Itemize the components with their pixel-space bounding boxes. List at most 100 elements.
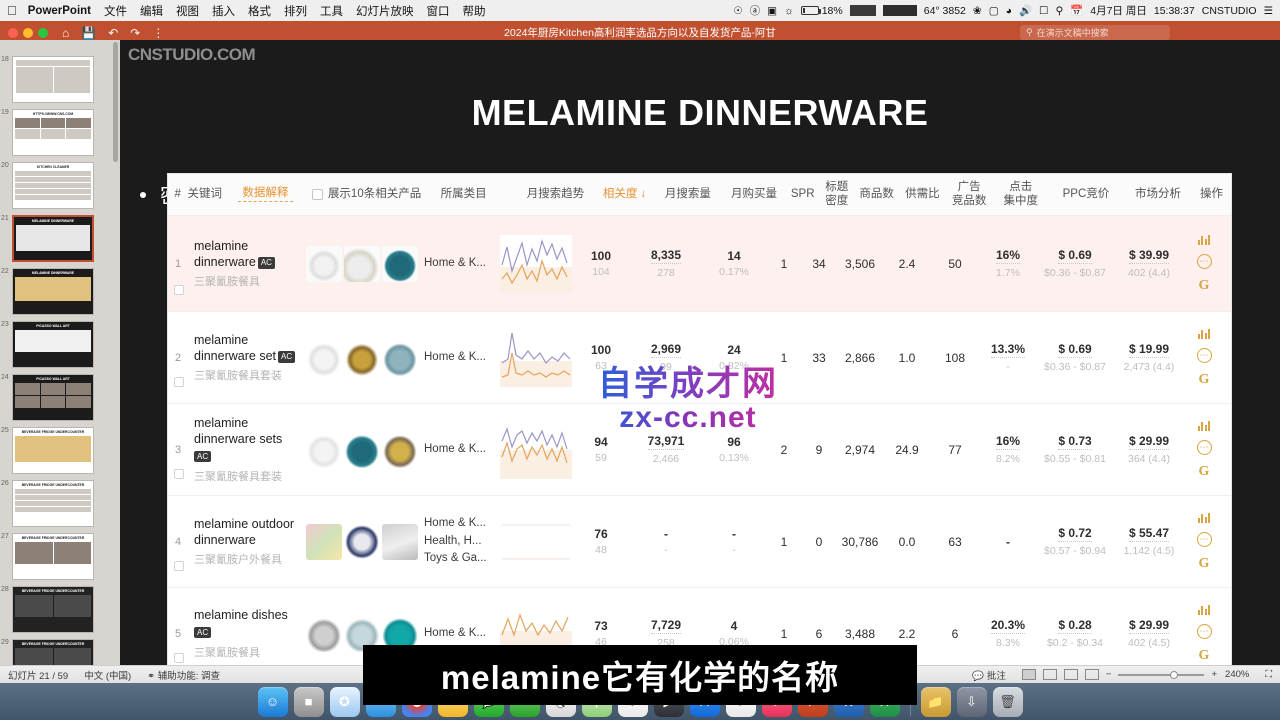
screen-icon[interactable]: ▣ <box>767 5 777 17</box>
header-spr[interactable]: SPR <box>785 188 820 201</box>
thumbnail-slide-23[interactable]: PICASSO WALL ART <box>12 321 94 368</box>
table-row[interactable]: 4 melamine outdoor dinnerware 三聚氰胺户外餐具 H… <box>168 496 1231 588</box>
table-row[interactable]: 1 melamine dinnerware AC 三聚氰胺餐具 Home & K.… <box>168 216 1231 312</box>
header-ad-competitors[interactable]: 广告 竞品数 <box>945 181 994 207</box>
chart-icon[interactable] <box>1197 234 1211 245</box>
view-sorter-button[interactable] <box>1042 669 1057 680</box>
maximize-window-button[interactable] <box>38 27 48 38</box>
row-actions[interactable]: ⋯ G <box>1184 604 1224 664</box>
header-trend[interactable]: 月搜索趋势 <box>515 188 597 201</box>
row-checkbox[interactable] <box>174 285 184 295</box>
menu-item-window[interactable]: 窗口 <box>427 3 450 19</box>
menu-item-tools[interactable]: 工具 <box>320 3 343 19</box>
keyword-en[interactable]: melamine dinnerware set AC <box>194 332 302 365</box>
google-search-icon[interactable]: G <box>1199 372 1210 388</box>
product-thumb[interactable] <box>382 523 418 560</box>
product-thumb[interactable] <box>344 245 380 282</box>
google-search-icon[interactable]: G <box>1199 556 1210 572</box>
row-actions[interactable]: ⋯ G <box>1184 512 1224 572</box>
save-icon[interactable]: 💾 <box>81 26 96 40</box>
minimize-window-button[interactable] <box>23 27 33 38</box>
product-thumb[interactable] <box>382 431 418 468</box>
google-search-icon[interactable]: G <box>1199 278 1210 294</box>
thumbnail-slide-20[interactable]: KITCHEN CLEANER <box>12 162 94 209</box>
product-thumbnails[interactable] <box>306 523 418 560</box>
menu-item-file[interactable]: 文件 <box>104 3 127 19</box>
more-icon[interactable]: ⋮ <box>152 26 164 40</box>
menubar-date[interactable]: 4月7日 周日 <box>1090 3 1147 18</box>
header-supply-demand[interactable]: 供需比 <box>900 188 945 201</box>
menu-item-slideshow[interactable]: 幻灯片放映 <box>356 3 414 19</box>
language-label[interactable]: 中文 (中国) <box>84 668 131 682</box>
header-month-search[interactable]: 月搜索量 <box>653 188 723 201</box>
product-thumb[interactable] <box>306 523 342 560</box>
search-trend-chart[interactable] <box>500 234 572 293</box>
menubar-user[interactable]: CNSTUDIO <box>1202 5 1257 17</box>
slide-title[interactable]: MELAMINE DINNERWARE <box>120 92 1280 134</box>
apple-menu-icon[interactable]:  <box>7 4 17 17</box>
row-checkbox[interactable] <box>174 653 184 663</box>
show-related-checkbox[interactable] <box>311 189 323 200</box>
fit-slide-button[interactable]: ⛶ <box>1265 669 1272 680</box>
chart-icon[interactable] <box>1197 604 1211 615</box>
spotlight-search-icon[interactable]: ⚲ <box>1055 5 1063 17</box>
thumbnail-slide-21[interactable]: MELAMINE DINNERWARE <box>12 215 94 262</box>
zoom-slider[interactable] <box>1118 670 1205 679</box>
home-icon[interactable]: ⌂ <box>62 26 69 40</box>
keyword-en[interactable]: melamine outdoor dinnerware <box>194 516 302 549</box>
thumbnail-item[interactable]: 20 KITCHEN CLEANER <box>0 160 120 213</box>
table-row[interactable]: 3 melamine dinnerware sets AC 三聚氰胺餐具套装 H… <box>168 404 1231 496</box>
zoom-slider-handle[interactable] <box>1170 670 1179 679</box>
product-thumbnails[interactable] <box>306 339 418 376</box>
thumbnail-slide-24[interactable]: PICASSO WALL ART <box>12 374 94 421</box>
menu-item-view[interactable]: 视图 <box>176 3 199 19</box>
control-center-icon[interactable]: ☰ <box>1264 5 1273 17</box>
slide-thumbnail-pane[interactable]: 18 19 HTTPS://WWW.CNS.COM 20 KITCHEN CLE… <box>0 40 120 683</box>
row-checkbox[interactable] <box>174 469 184 479</box>
volume-icon[interactable]: 🔊 <box>1019 4 1032 17</box>
row-actions[interactable]: ⋯ G <box>1184 420 1224 480</box>
cpu-monitor-icon[interactable] <box>849 5 876 16</box>
thumbnail-item[interactable]: 23 PICASSO WALL ART <box>0 319 120 372</box>
at-icon[interactable]: ⓐ <box>750 3 761 18</box>
search-trend-chart[interactable] <box>500 512 572 571</box>
window-controls[interactable] <box>8 27 48 38</box>
product-thumb[interactable] <box>306 615 342 652</box>
product-thumb[interactable] <box>306 431 342 468</box>
header-click-concentration[interactable]: 点击 集中度 <box>993 181 1048 207</box>
more-options-icon[interactable]: ⋯ <box>1196 253 1212 269</box>
undo-icon[interactable]: ↶ <box>108 26 118 40</box>
display-icon[interactable]: ▢ <box>989 5 999 17</box>
google-search-icon[interactable]: G <box>1199 648 1210 664</box>
row-actions[interactable]: ⋯ G <box>1184 328 1224 388</box>
category-list[interactable]: Home & K... <box>424 255 496 273</box>
search-trend-chart[interactable] <box>500 328 572 387</box>
calendar-icon[interactable]: 📅 <box>1070 4 1083 17</box>
product-thumb[interactable] <box>382 339 418 376</box>
more-options-icon[interactable]: ⋯ <box>1196 531 1212 547</box>
product-thumb[interactable] <box>382 245 418 282</box>
thumbnail-item[interactable]: 27 BEVERAGE FRIDGE UNDERCOUNTER <box>0 531 120 584</box>
category-list[interactable]: Home & K... <box>424 441 496 459</box>
safari-icon[interactable]: ✪ <box>329 686 360 717</box>
category-list[interactable]: Home & K... <box>424 625 496 643</box>
notes-button[interactable]: 💬 批注 <box>972 668 1005 682</box>
thumbnail-item[interactable]: 24 PICASSO WALL ART <box>0 372 120 425</box>
header-market-analysis[interactable]: 市场分析 <box>1124 188 1192 201</box>
header-ppc-bid[interactable]: PPC竞价 <box>1048 188 1124 201</box>
thumbnail-item[interactable]: 22 MELAMINE DINNERWARE <box>0 266 120 551</box>
header-product-count[interactable]: 商品数 <box>853 188 900 201</box>
menu-item-arrange[interactable]: 排列 <box>284 3 307 19</box>
redo-icon[interactable]: ↷ <box>130 26 140 40</box>
header-title-density[interactable]: 标题 密度 <box>820 181 853 207</box>
close-window-button[interactable] <box>8 27 18 38</box>
thumbnail-item[interactable]: 18 <box>0 54 120 107</box>
product-thumb[interactable] <box>344 339 380 376</box>
header-relevance[interactable]: 相关度 ↓ <box>596 188 652 201</box>
slide-canvas[interactable]: CNSTUDIO.COM MELAMINE DINNERWARE 密胺 # 关键… <box>120 40 1280 683</box>
row-checkbox[interactable] <box>174 561 184 571</box>
screenmirror-icon[interactable]: ☐ <box>1039 5 1048 17</box>
product-thumbnails[interactable] <box>306 245 418 282</box>
thumbnail-slide-22[interactable]: MELAMINE DINNERWARE <box>12 268 94 315</box>
row-checkbox[interactable] <box>174 377 184 387</box>
